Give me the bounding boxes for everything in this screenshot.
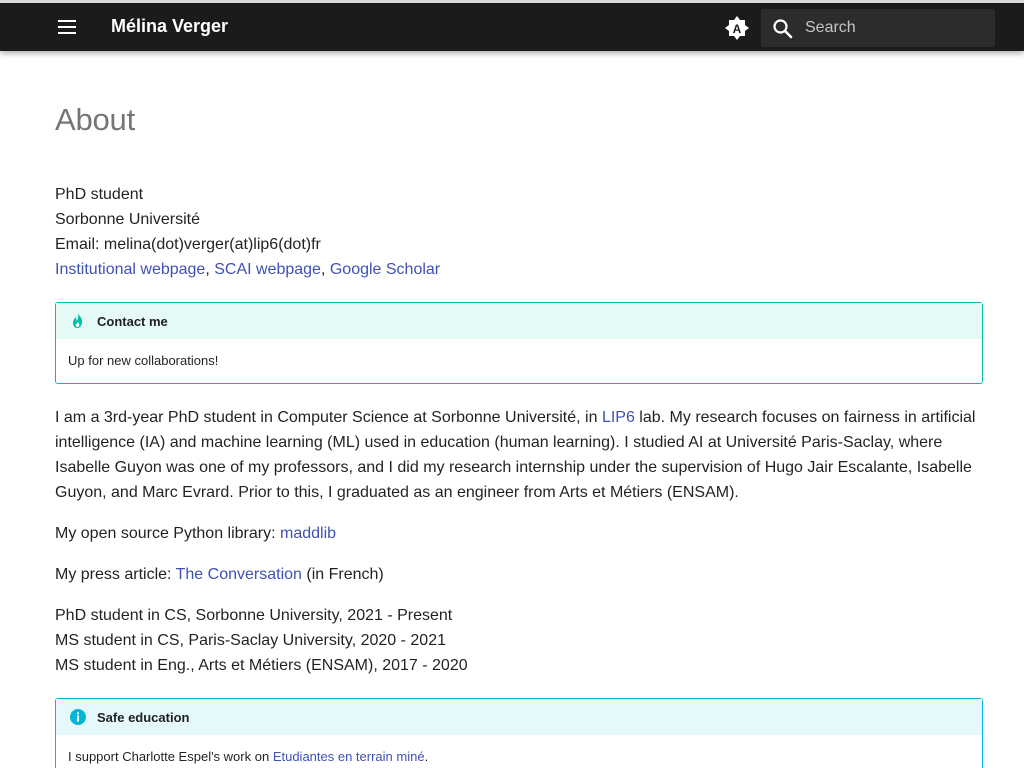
- press-prefix: My press article:: [55, 566, 176, 583]
- top-app-bar: Mélina Verger A: [0, 0, 1024, 51]
- library-prefix: My open source Python library:: [55, 525, 280, 542]
- admonition-body: I support Charlotte Espel's work on Etud…: [56, 735, 982, 768]
- link-separator: ,: [320, 261, 330, 278]
- link-separator: ,: [205, 261, 215, 278]
- menu-icon[interactable]: [56, 18, 78, 36]
- fire-icon: [69, 312, 87, 330]
- scai-webpage-link[interactable]: SCAI webpage: [214, 261, 321, 278]
- profile-links: Institutional webpage, SCAI webpage, Goo…: [55, 257, 440, 282]
- maddlib-link[interactable]: maddlib: [280, 525, 336, 542]
- the-conversation-link[interactable]: The Conversation: [176, 566, 302, 583]
- press-suffix: (in French): [301, 566, 384, 583]
- admonition-body: Up for new collaborations!: [68, 353, 219, 368]
- brightness-auto-icon[interactable]: A: [724, 15, 750, 41]
- admonition-title: Contact me: [97, 313, 168, 329]
- etudiantes-en-terrain-mine-link[interactable]: Etudiantes en terrain miné: [273, 749, 425, 764]
- university-line: Sorbonne Université: [55, 211, 200, 228]
- search-icon: [771, 17, 795, 41]
- contact-admonition: Contact me Up for new collaborations!: [55, 302, 983, 384]
- education-item: MS student in CS, Paris-Saclay Universit…: [55, 632, 446, 649]
- email-line: Email: melina(dot)verger(at)lip6(dot)fr: [55, 236, 321, 253]
- info-icon: [69, 708, 87, 726]
- lip6-link[interactable]: LIP6: [602, 409, 635, 426]
- search-input[interactable]: [805, 9, 985, 47]
- svg-text:A: A: [733, 22, 742, 36]
- admonition-header: Safe education: [56, 699, 982, 735]
- search-box[interactable]: [761, 9, 995, 47]
- site-title[interactable]: Mélina Verger: [111, 16, 228, 37]
- admonition-title: Safe education: [97, 709, 190, 725]
- institutional-webpage-link[interactable]: Institutional webpage: [55, 261, 205, 278]
- education-item: PhD student in CS, Sorbonne University, …: [55, 607, 453, 624]
- admonition-body-prefix: I support Charlotte Espel's work on: [68, 749, 273, 764]
- bio-text: I am a 3rd-year PhD student in Computer …: [55, 409, 602, 426]
- admonition-header: Contact me: [56, 303, 982, 339]
- library-line: My open source Python library: maddlib: [55, 521, 336, 546]
- role-line: PhD student: [55, 186, 144, 203]
- education-item: MS student in Eng., Arts et Métiers (ENS…: [55, 657, 468, 674]
- press-line: My press article: The Conversation (in F…: [55, 562, 384, 587]
- admonition-body-suffix: .: [424, 749, 429, 764]
- google-scholar-link[interactable]: Google Scholar: [330, 261, 440, 278]
- safe-education-admonition: Safe education I support Charlotte Espel…: [55, 698, 983, 768]
- bio-paragraph: I am a 3rd-year PhD student in Computer …: [55, 405, 983, 505]
- page-title: About: [55, 102, 136, 137]
